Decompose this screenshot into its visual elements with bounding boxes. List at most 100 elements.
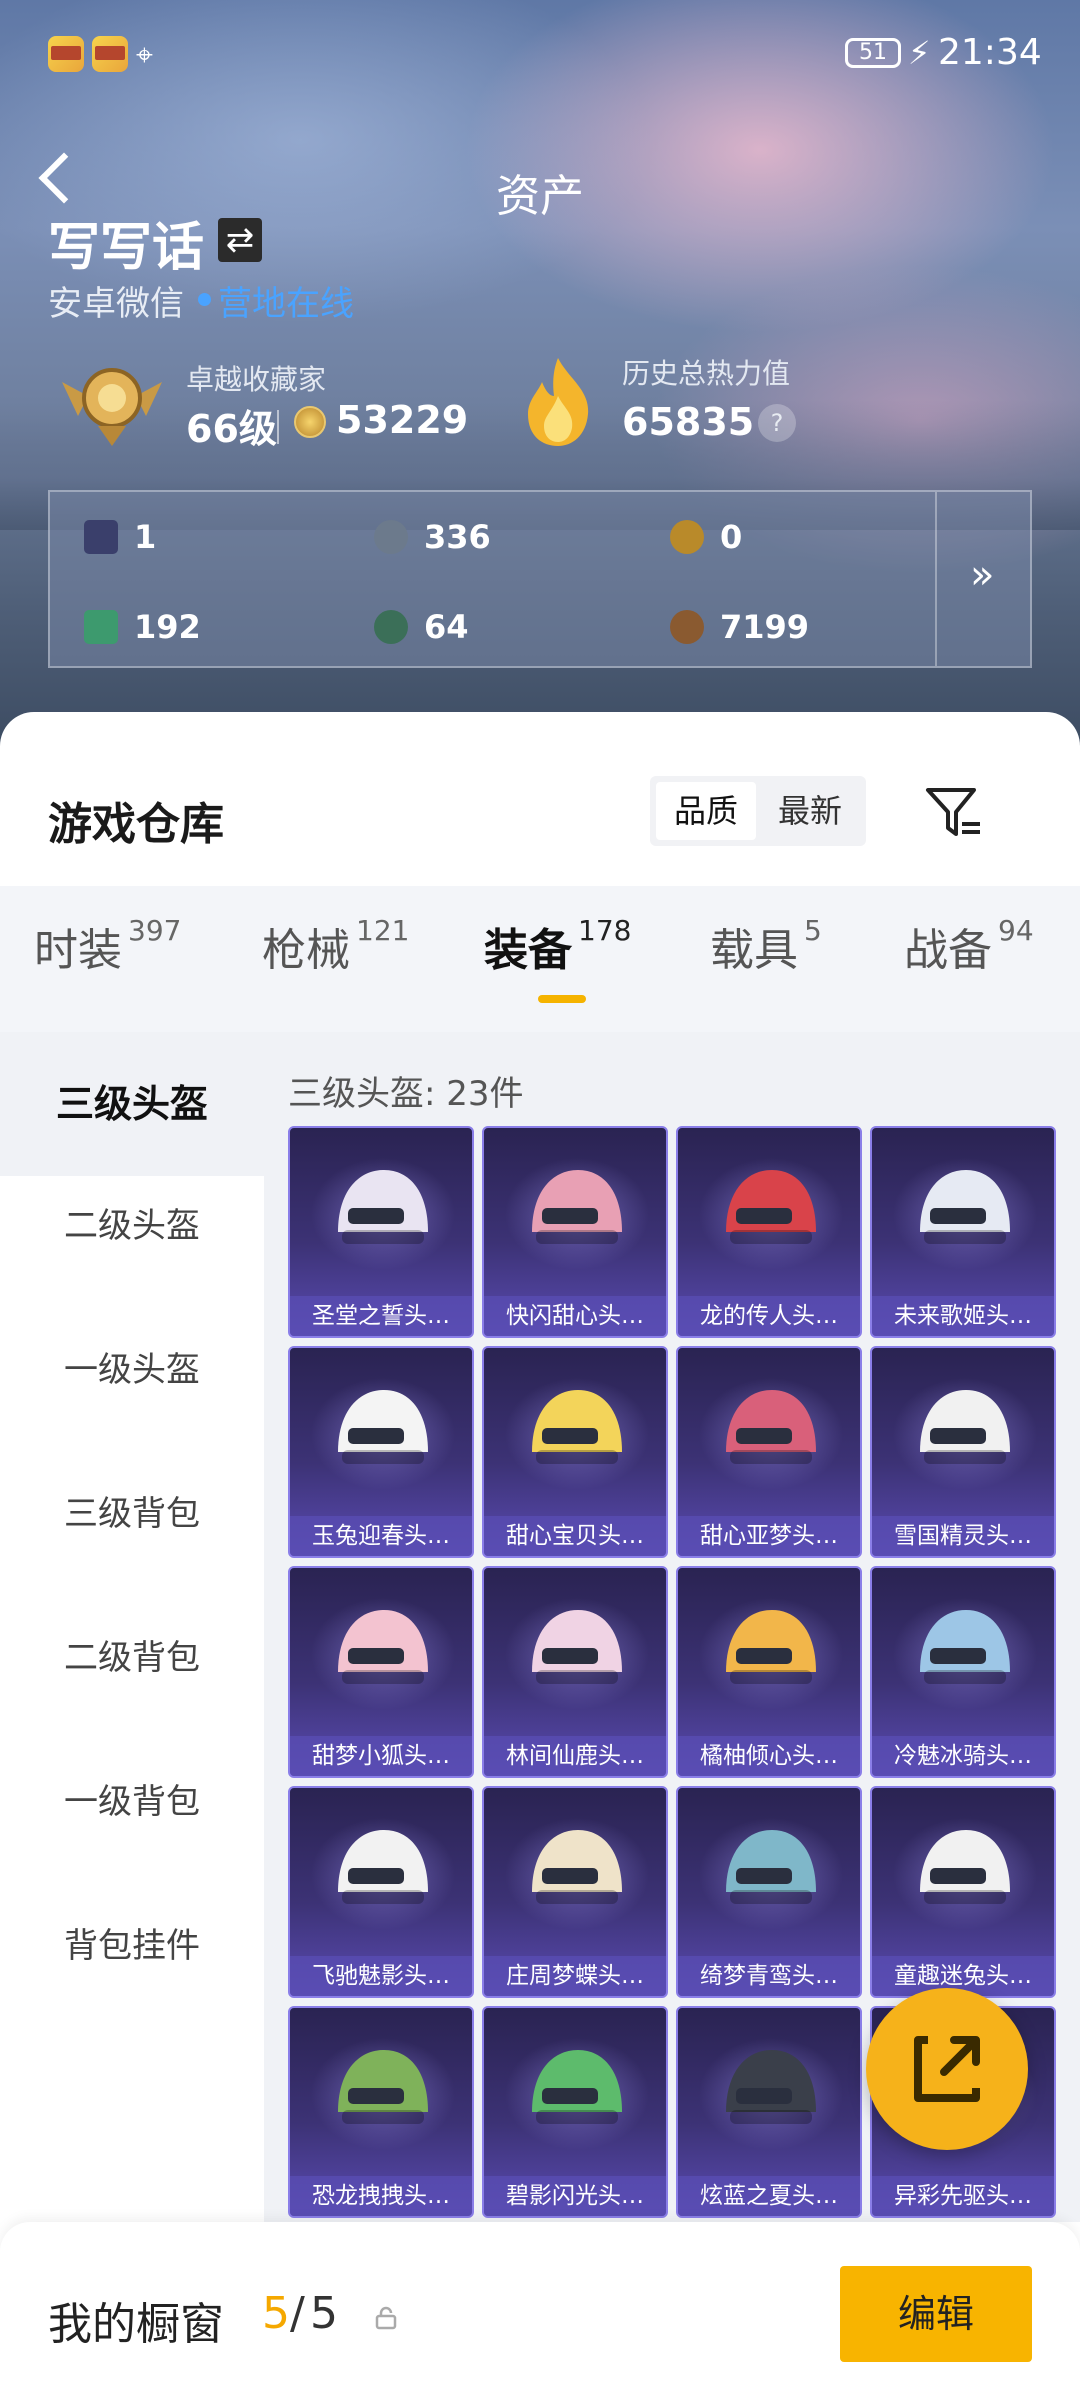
green-orb-icon [374,610,408,644]
item-name: 异彩先驱头… [872,2176,1054,2216]
helmet-icon [338,1610,428,1684]
divider [277,410,279,444]
showcase-count: 5 [262,2288,290,2339]
tab-label: 载具 [710,925,798,976]
helmet-item-card[interactable]: 冷魅冰骑头… [870,1566,1056,1778]
sort-newest-button[interactable]: 最新 [760,782,860,840]
collector-points: 53229 [336,398,469,442]
tab-vehicles[interactable]: 载具 5 [710,914,822,978]
item-name: 冷魅冰骑头… [872,1736,1054,1776]
gold-coin-icon [670,520,704,554]
helmet-icon [532,1390,622,1464]
share-button[interactable] [866,1988,1028,2150]
tab-label: 战备 [904,925,992,976]
double-chevron-right-icon[interactable]: » [970,552,994,598]
helmet-item-card[interactable]: 快闪甜心头… [482,1126,668,1338]
currency-value: 1 [134,518,157,556]
helmet-item-card[interactable]: 玉兔迎春头… [288,1346,474,1558]
helmet-icon [532,2050,622,2124]
helmet-item-card[interactable]: 未来歌姬头… [870,1126,1056,1338]
helmet-item-card[interactable]: 甜心亚梦头… [676,1346,862,1558]
platform-label: 安卓微信 [48,284,184,324]
sidebar-item-level3-helmet[interactable]: 三级头盔 [0,1032,264,1176]
collector-label: 卓越收藏家 [186,363,327,396]
filter-icon[interactable] [924,784,984,844]
item-name: 甜梦小狐头… [290,1736,472,1776]
status-bar: ⌖ 51 ⚡ 21:34 [0,30,1080,80]
currency-value: 192 [134,608,201,646]
share-icon [914,2036,980,2102]
sidebar-item-level1-backpack[interactable]: 一级背包 [0,1774,264,1823]
lock-icon [375,2306,397,2330]
divider [935,492,937,666]
flame-icon [528,358,589,446]
tab-count: 5 [804,914,822,947]
currency-value: 64 [424,608,469,646]
showcase-bar: 我的橱窗 5 / 5 编辑 [0,2222,1080,2400]
helmet-icon [532,1170,622,1244]
switch-account-icon[interactable]: ⇄ [218,218,262,262]
helmet-icon [338,1830,428,1904]
helmet-item-card[interactable]: 庄周梦蝶头… [482,1786,668,1998]
sort-quality-button[interactable]: 品质 [656,782,756,840]
helmet-icon [920,1390,1010,1464]
helmet-item-card[interactable]: 碧影闪光头… [482,2006,668,2218]
sort-toggle: 品质 最新 [650,776,866,846]
collector-badge-icon [62,368,162,446]
tab-equipment[interactable]: 装备 178 [484,914,631,978]
status-time: 21:34 [938,32,1042,73]
item-name: 碧影闪光头… [484,2176,666,2216]
sidebar-item-level1-helmet[interactable]: 一级头盔 [0,1342,264,1391]
help-icon[interactable]: ? [758,404,796,442]
item-name: 龙的传人头… [678,1296,860,1336]
sidebar-item-level2-helmet[interactable]: 二级头盔 [0,1198,264,1247]
helmet-icon [920,1830,1010,1904]
currency-value: 336 [424,518,491,556]
helmet-item-card[interactable]: 甜心宝贝头… [482,1346,668,1558]
tab-label: 时装 [34,925,122,976]
username: 写写话 [48,218,205,278]
edit-button[interactable]: 编辑 [840,2266,1032,2362]
showcase-separator: / [290,2288,305,2339]
currency-value: 7199 [720,608,810,646]
helmet-item-card[interactable]: 龙的传人头… [676,1126,862,1338]
game-app-icon [48,36,84,72]
item-name: 快闪甜心头… [484,1296,666,1336]
helmet-item-card[interactable]: 恐龙拽拽头… [288,2006,474,2218]
item-name: 玉兔迎春头… [290,1516,472,1556]
helmet-item-card[interactable]: 圣堂之誓头… [288,1126,474,1338]
tab-fashion[interactable]: 时装 397 [34,914,181,978]
item-name: 绮梦青鸾头… [678,1956,860,1996]
helmet-item-card[interactable]: 林间仙鹿头… [482,1566,668,1778]
helmet-item-card[interactable]: 雪国精灵头… [870,1346,1056,1558]
helmet-item-card[interactable]: 飞驰魅影头… [288,1786,474,1998]
helmet-icon [726,1830,816,1904]
tab-label: 装备 [484,925,572,976]
tab-weapons[interactable]: 枪械 121 [262,914,409,978]
helmet-item-card[interactable]: 童趣迷兔头… [870,1786,1056,1998]
helmet-icon [726,1170,816,1244]
sidebar-item-level3-backpack[interactable]: 三级背包 [0,1486,264,1535]
tab-label: 枪械 [262,925,350,976]
item-name: 林间仙鹿头… [484,1736,666,1776]
item-name: 庄周梦蝶头… [484,1956,666,1996]
helmet-icon [338,1390,428,1464]
tab-combat-prep[interactable]: 战备 94 [904,914,1034,978]
currency-panel[interactable]: 1 336 0 192 64 7199 » [48,490,1032,668]
online-status[interactable]: 营地在线 [218,276,354,325]
helmet-item-card[interactable]: 橘柚倾心头… [676,1566,862,1778]
helmet-icon [532,1610,622,1684]
warehouse-title: 游戏仓库 [48,799,224,850]
tab-count: 397 [128,914,182,947]
showcase-label: 我的橱窗 [48,2299,224,2350]
helmet-icon [920,1170,1010,1244]
sidebar-item-level2-backpack[interactable]: 二级背包 [0,1630,264,1679]
location-icon: ⌖ [136,38,153,73]
sidebar-item-backpack-charm[interactable]: 背包挂件 [0,1918,264,1967]
helmet-item-card[interactable]: 甜梦小狐头… [288,1566,474,1778]
active-tab-indicator [538,995,586,1003]
item-name: 橘柚倾心头… [678,1736,860,1776]
helmet-icon [726,1390,816,1464]
helmet-item-card[interactable]: 绮梦青鸾头… [676,1786,862,1998]
helmet-item-card[interactable]: 炫蓝之夏头… [676,2006,862,2218]
